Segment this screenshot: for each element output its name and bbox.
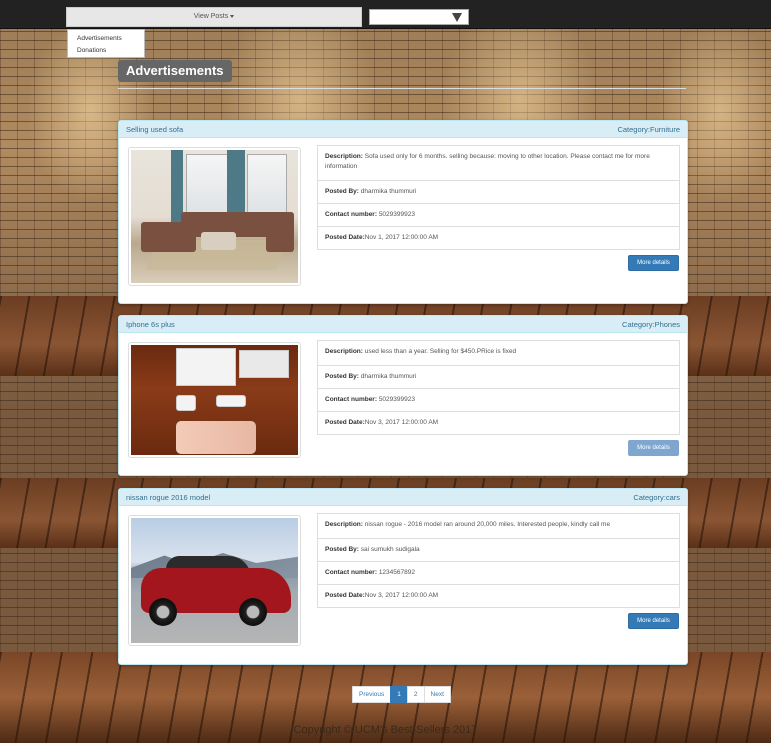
more-details-button[interactable]: More details — [628, 440, 679, 456]
menu-item-donations[interactable]: Donations — [68, 45, 144, 57]
caret-down-icon — [230, 14, 235, 18]
post-category: Category:Phones — [622, 320, 680, 329]
pagination-next[interactable]: Next — [423, 686, 451, 703]
post-contact: Contact number: 1234567892 — [317, 561, 680, 585]
post-posted-by: Posted By: dharmika thummuri — [317, 365, 680, 389]
view-posts-menu: Advertisements Donations — [67, 29, 145, 58]
post-heading: nissan rogue 2016 model Category:cars — [119, 489, 687, 506]
post-card: Iphone 6s plus Category:Phones Descripti… — [118, 315, 688, 476]
post-contact: Contact number: 5029399923 — [317, 203, 680, 227]
triangle-down-icon — [452, 13, 462, 22]
post-posted-by: Posted By: sai sumukh sudigala — [317, 538, 680, 562]
post-date: Posted Date:Nov 3, 2017 12:00:00 AM — [317, 411, 680, 435]
footer-copyright: Copyright © UCM's Best-Sellers 2017 — [293, 724, 478, 736]
pagination-previous[interactable]: Previous — [352, 686, 392, 703]
post-details: Description: Sofa used only for 6 months… — [317, 145, 680, 250]
pagination-page-1[interactable]: 1 — [390, 686, 408, 703]
post-title: Iphone 6s plus — [126, 320, 175, 329]
post-description: Description: used less than a year. Sell… — [317, 340, 680, 366]
post-title: nissan rogue 2016 model — [126, 493, 211, 502]
view-posts-label: View Posts — [193, 13, 229, 20]
view-posts-dropdown[interactable]: View Posts — [66, 7, 362, 27]
post-details: Description: nissan rogue - 2016 model r… — [317, 513, 680, 608]
post-image — [128, 515, 301, 646]
post-title: Selling used sofa — [126, 125, 184, 134]
iphone-photo — [131, 345, 298, 455]
post-heading: Selling used sofa Category:Furniture — [119, 121, 687, 138]
pagination-page-2[interactable]: 2 — [406, 686, 425, 703]
post-image — [128, 147, 301, 286]
pagination: Previous 1 2 Next — [352, 686, 451, 703]
post-card: Selling used sofa Category:Furniture Des… — [118, 120, 688, 304]
sofa-photo — [131, 150, 298, 283]
post-heading: Iphone 6s plus Category:Phones — [119, 316, 687, 333]
post-posted-by: Posted By: dharmika thummuri — [317, 180, 680, 204]
post-category: Category:Furniture — [617, 125, 680, 134]
post-details: Description: used less than a year. Sell… — [317, 340, 680, 435]
post-category: Category:cars — [633, 493, 680, 502]
title-divider — [118, 88, 686, 89]
post-card: nissan rogue 2016 model Category:cars De… — [118, 488, 688, 665]
post-date: Posted Date:Nov 3, 2017 12:00:00 AM — [317, 584, 680, 608]
more-details-button[interactable]: More details — [628, 255, 679, 271]
page-title: Advertisements — [118, 60, 232, 82]
post-image — [128, 342, 301, 458]
category-select[interactable] — [369, 9, 469, 25]
menu-item-advertisements[interactable]: Advertisements — [68, 33, 144, 45]
post-contact: Contact number: 5029399923 — [317, 388, 680, 412]
car-photo — [131, 518, 298, 643]
post-description: Description: Sofa used only for 6 months… — [317, 145, 680, 181]
post-date: Posted Date:Nov 1, 2017 12:00:00 AM — [317, 226, 680, 250]
top-navbar: View Posts — [0, 0, 771, 29]
post-description: Description: nissan rogue - 2016 model r… — [317, 513, 680, 539]
more-details-button[interactable]: More details — [628, 613, 679, 629]
